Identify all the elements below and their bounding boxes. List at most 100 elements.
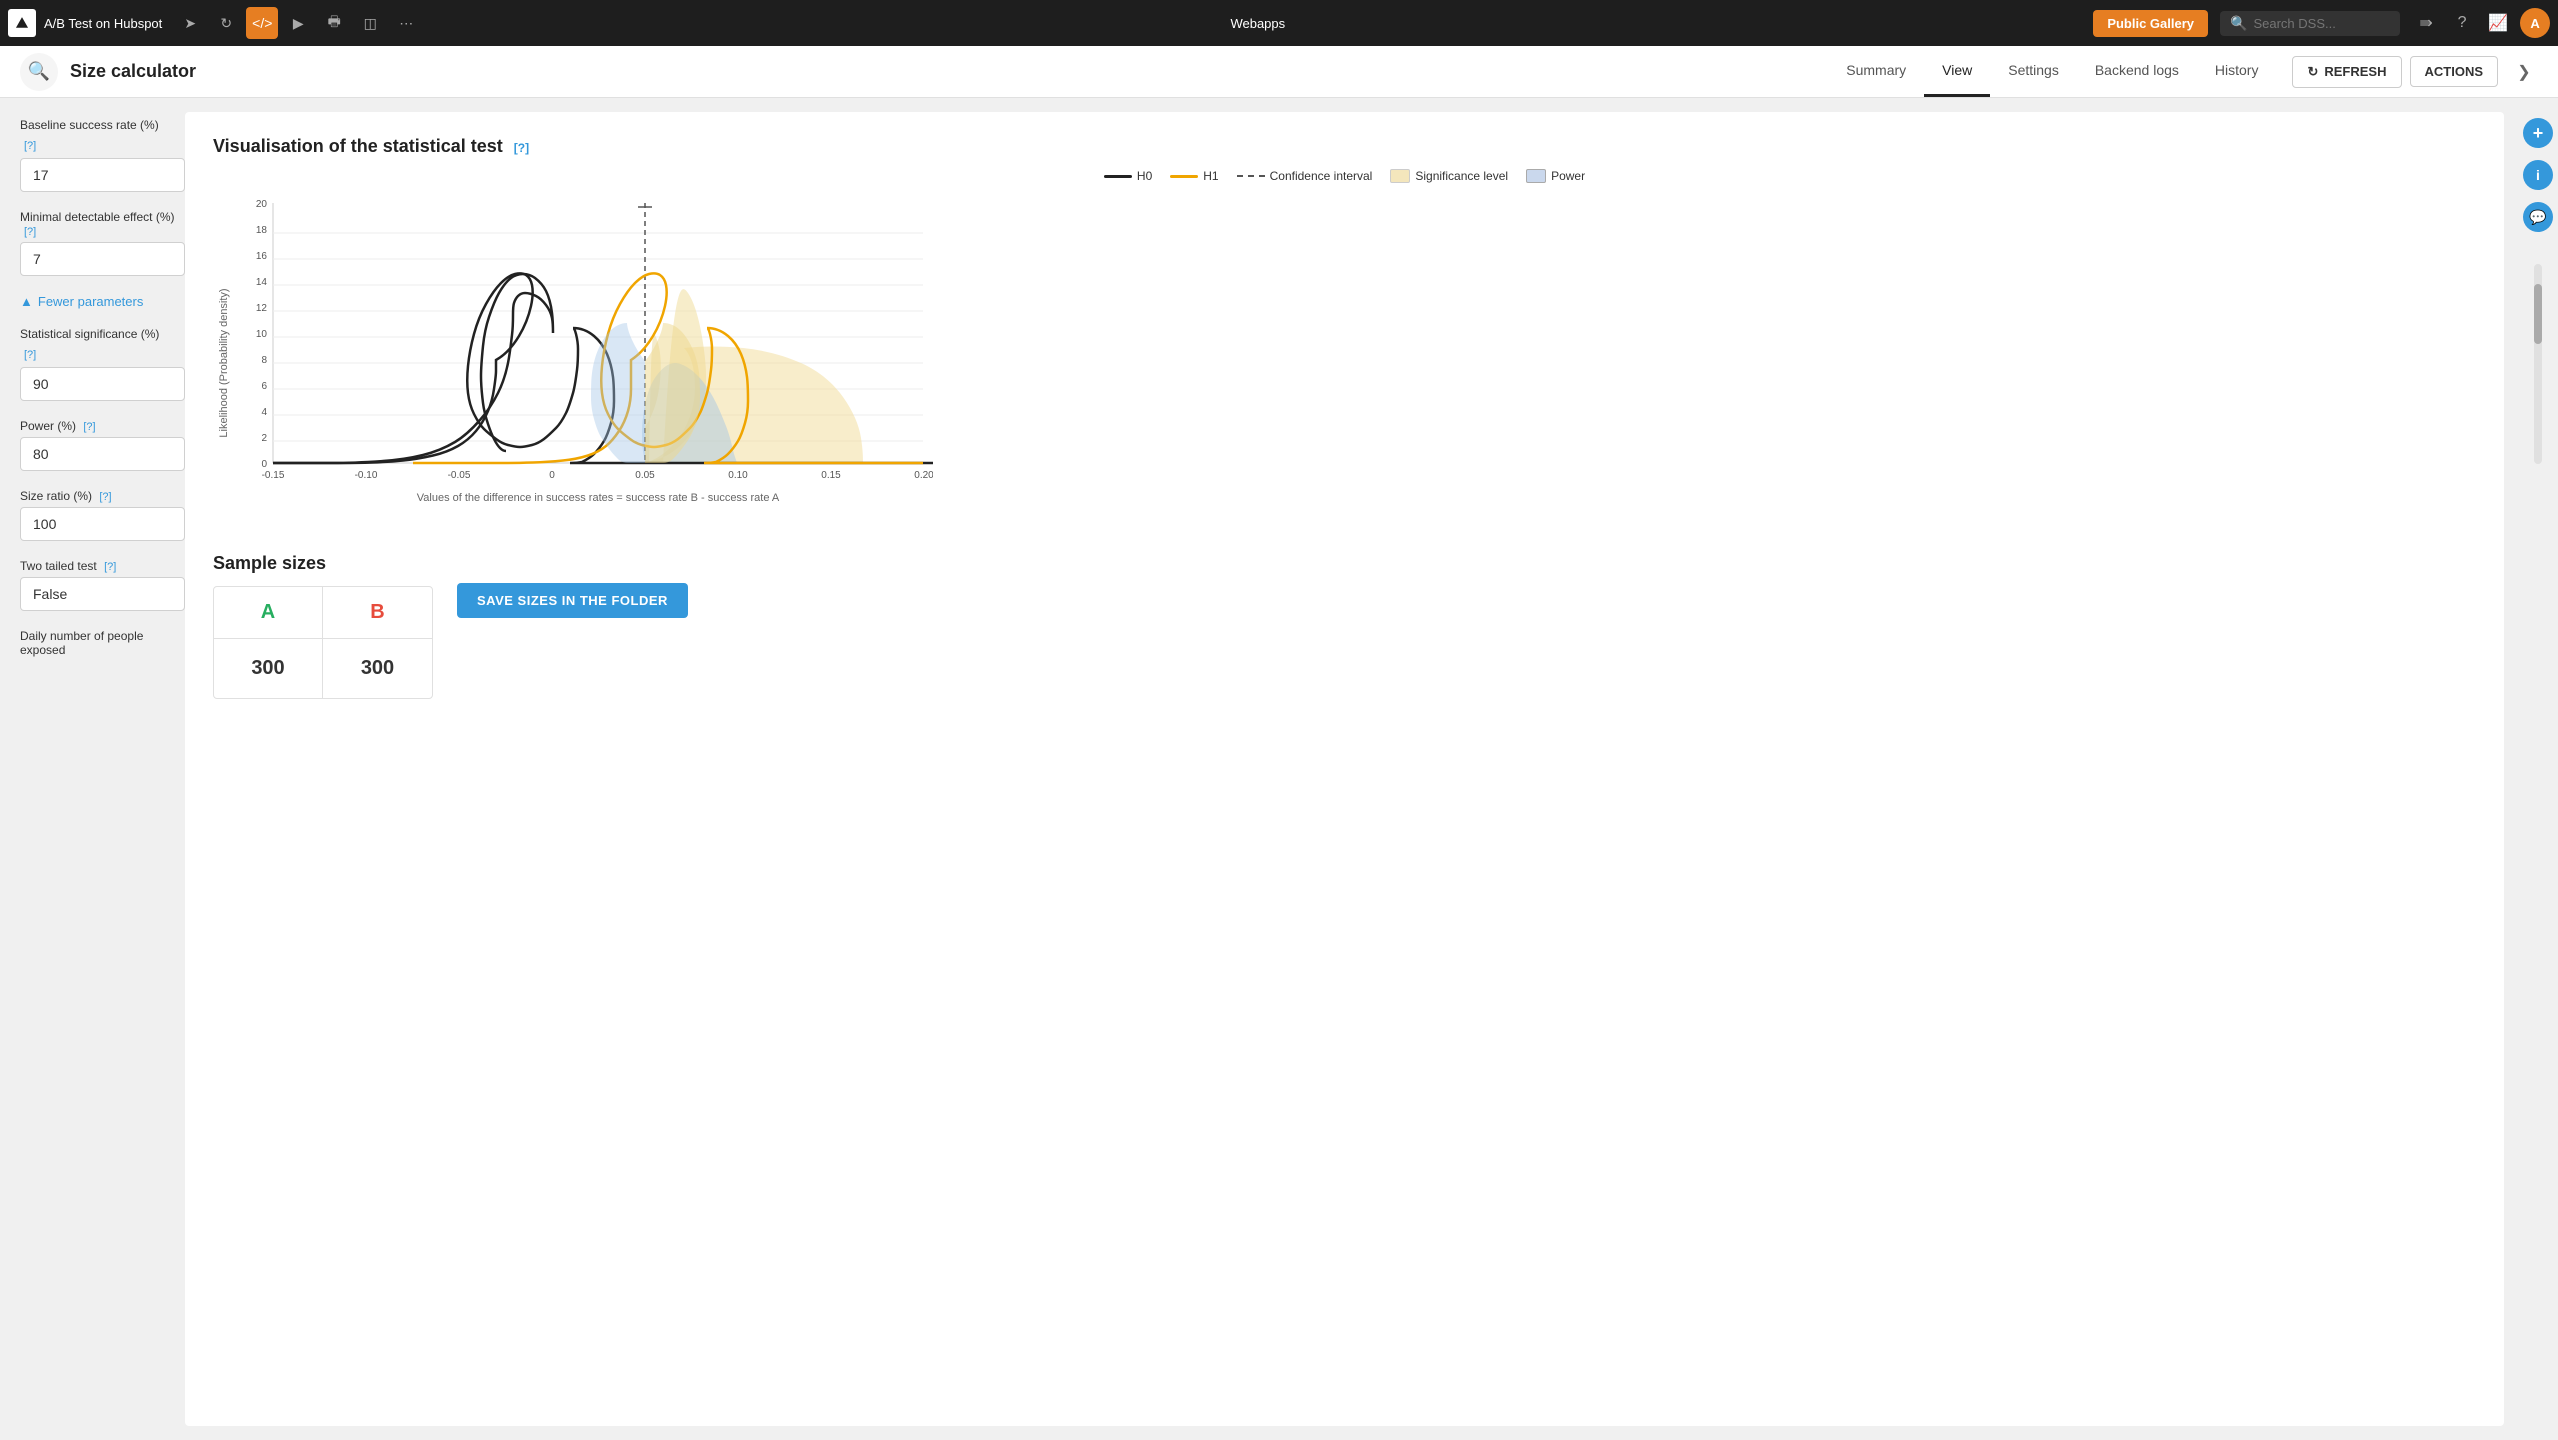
size-ratio-input[interactable] (20, 507, 185, 541)
secondary-nav: 🔍 Size calculator Summary View Settings … (0, 46, 2558, 98)
fewer-params-button[interactable]: ▲ Fewer parameters (20, 294, 185, 309)
triangle-up-icon: ▲ (20, 294, 33, 309)
tab-history[interactable]: History (2197, 46, 2277, 97)
two-tailed-input[interactable] (20, 577, 185, 611)
two-tailed-label: Two tailed test [?] (20, 559, 185, 573)
sample-table-values: 300 300 (214, 639, 432, 698)
help-icon[interactable]: ? (2448, 9, 2476, 37)
webapps-button[interactable]: Webapps (1220, 12, 1295, 35)
chart-section: Visualisation of the statistical test [?… (213, 136, 2476, 523)
search-icon: 🔍 (2230, 15, 2247, 32)
svg-text:0: 0 (261, 459, 267, 470)
baseline-help[interactable]: [?] (24, 140, 36, 152)
avatar[interactable]: A (2520, 8, 2550, 38)
page-title: Size calculator (70, 61, 196, 82)
grid-icon[interactable]: ⇛ (2412, 9, 2440, 37)
svg-text:20: 20 (256, 199, 268, 210)
svg-text:12: 12 (256, 303, 268, 314)
size-ratio-group: Size ratio (%) [?] (20, 489, 185, 541)
legend-ci-line (1237, 175, 1265, 177)
sample-table: A B 300 300 (213, 586, 433, 699)
sample-table-header: A B (214, 587, 432, 639)
sample-value-b: 300 (323, 639, 432, 698)
sample-sizes-section: Sample sizes A B 300 300 SAVE SIZES IN T… (213, 553, 2476, 699)
nav-icon-display[interactable]: ◫ (354, 7, 386, 39)
chart-legend: H0 H1 Confidence interval Significance l… (213, 169, 2476, 183)
right-sidebar: + i 💬 (2518, 98, 2558, 1440)
public-gallery-button[interactable]: Public Gallery (2093, 10, 2208, 37)
size-ratio-label: Size ratio (%) [?] (20, 489, 185, 503)
scrollbar-thumb[interactable] (2534, 284, 2542, 344)
legend-sl-rect (1390, 169, 1410, 183)
statistical-chart: Likelihood (Probability density) 0 2 4 6… (213, 193, 933, 523)
legend-sl: Significance level (1390, 169, 1508, 183)
nav-icon-code[interactable]: </> (246, 7, 278, 39)
plus-button[interactable]: + (2523, 118, 2553, 148)
min-effect-label: Minimal detectable effect (%) [?] (20, 210, 185, 238)
legend-h1-line (1170, 175, 1198, 178)
info-button[interactable]: i (2523, 160, 2553, 190)
trending-icon[interactable]: 📈 (2484, 9, 2512, 37)
nav-icon-print[interactable]: 🖶 (318, 7, 350, 39)
svg-text:0.20: 0.20 (914, 470, 933, 481)
legend-ci: Confidence interval (1237, 169, 1373, 183)
nav-icon-more[interactable]: ⋯ (390, 7, 422, 39)
tab-view[interactable]: View (1924, 46, 1990, 97)
min-effect-help[interactable]: [?] (24, 226, 36, 238)
svg-text:10: 10 (256, 329, 268, 340)
svg-text:-0.15: -0.15 (262, 470, 285, 481)
svg-text:6: 6 (261, 381, 267, 392)
stat-sig-input[interactable] (20, 367, 185, 401)
size-ratio-help[interactable]: [?] (99, 491, 111, 503)
svg-text:2: 2 (261, 433, 267, 444)
svg-text:4: 4 (261, 407, 267, 418)
power-help[interactable]: [?] (83, 421, 95, 433)
two-tailed-help[interactable]: [?] (104, 561, 116, 573)
svg-text:Values of the difference in su: Values of the difference in success rate… (417, 492, 780, 504)
nav-icon-play[interactable]: ▶ (282, 7, 314, 39)
legend-h0: H0 (1104, 169, 1152, 183)
svg-text:-0.10: -0.10 (355, 470, 378, 481)
power-group: Power (%) [?] (20, 419, 185, 471)
min-effect-group: Minimal detectable effect (%) [?] (20, 210, 185, 276)
power-input[interactable] (20, 437, 185, 471)
stat-sig-help[interactable]: [?] (24, 349, 36, 361)
svg-text:0.10: 0.10 (728, 470, 748, 481)
baseline-input[interactable] (20, 158, 185, 192)
nav-icon-refresh[interactable]: ↻ (210, 7, 242, 39)
svg-text:Likelihood (Probability densit: Likelihood (Probability density) (218, 288, 230, 437)
tab-summary[interactable]: Summary (1828, 46, 1924, 97)
center-panel: Visualisation of the statistical test [?… (185, 112, 2504, 1426)
search-input[interactable] (2253, 16, 2390, 31)
refresh-button[interactable]: ↻ REFRESH (2292, 56, 2401, 88)
svg-text:14: 14 (256, 277, 268, 288)
svg-text:0.05: 0.05 (635, 470, 655, 481)
app-logo[interactable] (8, 9, 36, 37)
two-tailed-group: Two tailed test [?] (20, 559, 185, 611)
nav-icon-forward[interactable]: ➤ (174, 7, 206, 39)
svg-text:16: 16 (256, 251, 268, 262)
baseline-group: Baseline success rate (%) [?] (20, 118, 185, 192)
tab-settings[interactable]: Settings (1990, 46, 2077, 97)
main-content: Baseline success rate (%) [?] Minimal de… (0, 98, 2558, 1440)
chat-button[interactable]: 💬 (2523, 202, 2553, 232)
save-sizes-button[interactable]: SAVE SIZES IN THE FOLDER (457, 583, 688, 618)
col-a-header: A (214, 587, 323, 638)
chart-title: Visualisation of the statistical test [?… (213, 136, 2476, 157)
chart-help[interactable]: [?] (514, 141, 529, 155)
legend-h0-line (1104, 175, 1132, 178)
col-b-header: B (323, 587, 432, 638)
sample-sizes-title: Sample sizes (213, 553, 433, 574)
legend-pw-rect (1526, 169, 1546, 183)
actions-button[interactable]: ACTIONS (2410, 56, 2499, 87)
app-title: A/B Test on Hubspot (44, 16, 162, 31)
legend-pw: Power (1526, 169, 1585, 183)
baseline-label: Baseline success rate (%) (20, 118, 185, 132)
daily-people-group: Daily number of people exposed (20, 629, 185, 657)
collapse-icon[interactable]: ❯ (2510, 58, 2538, 86)
search-box[interactable]: 🔍 (2220, 11, 2400, 36)
stat-sig-group: Statistical significance (%) [?] (20, 327, 185, 401)
tab-backendlogs[interactable]: Backend logs (2077, 46, 2197, 97)
min-effect-input[interactable] (20, 242, 185, 276)
sidebar-form: Baseline success rate (%) [?] Minimal de… (0, 98, 185, 1440)
